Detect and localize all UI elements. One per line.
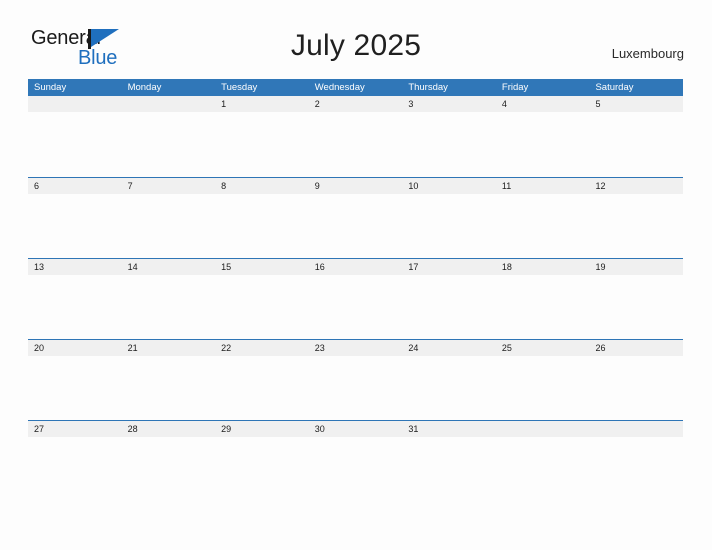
day-cell[interactable] [28, 96, 122, 112]
week-day-numbers: 13 14 15 16 17 18 19 [28, 259, 683, 275]
week-row: 6 7 8 9 10 11 12 [28, 177, 683, 258]
week-event-area[interactable] [28, 437, 683, 501]
week-day-numbers: 20 21 22 23 24 25 26 [28, 340, 683, 356]
day-cell[interactable] [589, 421, 683, 437]
week-day-numbers: 1 2 3 4 5 [28, 96, 683, 112]
week-row: 1 2 3 4 5 [28, 96, 683, 177]
day-cell[interactable]: 5 [589, 96, 683, 112]
day-cell[interactable]: 21 [122, 340, 216, 356]
week-row: 27 28 29 30 31 [28, 420, 683, 501]
day-cell[interactable]: 2 [309, 96, 403, 112]
week-row: 13 14 15 16 17 18 19 [28, 258, 683, 339]
day-cell[interactable] [122, 96, 216, 112]
week-day-numbers: 6 7 8 9 10 11 12 [28, 178, 683, 194]
day-cell[interactable]: 22 [215, 340, 309, 356]
day-cell[interactable]: 19 [589, 259, 683, 275]
day-cell[interactable]: 8 [215, 178, 309, 194]
day-cell[interactable]: 10 [402, 178, 496, 194]
week-day-numbers: 27 28 29 30 31 [28, 421, 683, 437]
week-event-area[interactable] [28, 112, 683, 176]
day-cell[interactable]: 9 [309, 178, 403, 194]
weekday-header-thursday: Thursday [408, 82, 448, 93]
day-cell[interactable]: 27 [28, 421, 122, 437]
day-cell[interactable]: 12 [589, 178, 683, 194]
calendar-page: General Blue July 2025 Luxembourg Sunday… [0, 0, 712, 550]
week-event-area[interactable] [28, 356, 683, 420]
month-calendar: Sunday Monday Tuesday Wednesday Thursday… [28, 79, 683, 501]
week-event-area[interactable] [28, 194, 683, 258]
day-cell[interactable]: 25 [496, 340, 590, 356]
day-cell[interactable]: 13 [28, 259, 122, 275]
weekday-header-friday: Friday [501, 82, 529, 93]
day-cell[interactable]: 18 [496, 259, 590, 275]
weekday-header-row: Sunday Monday Tuesday Wednesday Thursday… [28, 79, 683, 96]
day-cell[interactable]: 26 [589, 340, 683, 356]
page-header: General Blue July 2025 Luxembourg [0, 0, 712, 76]
weekday-header-tuesday: Tuesday [221, 82, 258, 93]
day-cell[interactable]: 28 [122, 421, 216, 437]
day-cell[interactable]: 31 [402, 421, 496, 437]
weekday-header-sunday: Sunday [34, 82, 67, 93]
day-cell[interactable]: 7 [122, 178, 216, 194]
day-cell[interactable]: 20 [28, 340, 122, 356]
day-cell[interactable]: 4 [496, 96, 590, 112]
weekday-header-monday: Monday [127, 82, 162, 93]
day-cell[interactable]: 11 [496, 178, 590, 194]
day-cell[interactable]: 6 [28, 178, 122, 194]
day-cell[interactable]: 1 [215, 96, 309, 112]
day-cell[interactable]: 24 [402, 340, 496, 356]
locale-label: Luxembourg [611, 46, 684, 61]
day-cell[interactable]: 15 [215, 259, 309, 275]
weekday-header-wednesday: Wednesday [314, 82, 365, 93]
day-cell[interactable]: 29 [215, 421, 309, 437]
day-cell[interactable]: 14 [122, 259, 216, 275]
day-cell[interactable] [496, 421, 590, 437]
day-cell[interactable]: 3 [402, 96, 496, 112]
day-cell[interactable]: 30 [309, 421, 403, 437]
day-cell[interactable]: 16 [309, 259, 403, 275]
week-row: 20 21 22 23 24 25 26 [28, 339, 683, 420]
day-cell[interactable]: 23 [309, 340, 403, 356]
page-title: July 2025 [290, 29, 422, 62]
week-event-area[interactable] [28, 275, 683, 339]
day-cell[interactable]: 17 [402, 259, 496, 275]
weekday-header-saturday: Saturday [595, 82, 634, 93]
